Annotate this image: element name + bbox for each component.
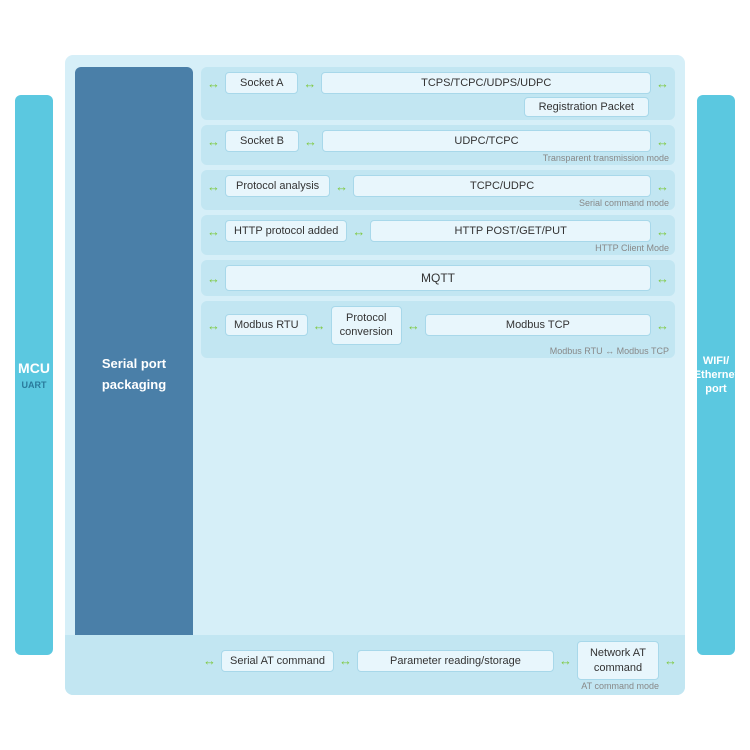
tcpc-udpc-box: TCPC/UDPC	[353, 175, 651, 197]
mqtt-row: ↔ MQTT ↔	[207, 265, 669, 291]
uart-label: UART	[22, 380, 47, 390]
socket-b-row: ↔ Socket B ↔ UDPC/TCPC ↔	[207, 130, 669, 152]
http-row: ↔ HTTP protocol added ↔ HTTP POST/GET/PU…	[207, 220, 669, 242]
socket-b-group: ↔ Socket B ↔ UDPC/TCPC ↔ Transparent tra…	[201, 125, 675, 165]
udpc-tcpc-box: UDPC/TCPC	[322, 130, 651, 152]
protocol-conversion-box: Protocolconversion	[331, 306, 402, 345]
socket-a-right-arrow: ↔	[656, 76, 669, 91]
main-container: Serial portpackaging ↔ Socket A ↔ TCPS/T…	[65, 55, 685, 695]
protocol-analysis-group: ↔ Protocol analysis ↔ TCPC/UDPC ↔ Serial…	[201, 170, 675, 210]
at-command-row: ↔ Serial AT command ↔ Parameter reading/…	[203, 641, 677, 680]
mqtt-group: ↔ MQTT ↔	[201, 260, 675, 296]
right-content: ↔ Socket A ↔ TCPS/TCPC/UDPS/UDPC ↔ Regis…	[201, 67, 675, 683]
wifi-label: WIFI/Ethernetport	[694, 354, 739, 397]
mcu-bar: MCU UART	[15, 95, 53, 655]
at-command-section: ↔ Serial AT command ↔ Parameter reading/…	[65, 635, 685, 695]
http-protocol-box: HTTP protocol added	[225, 220, 347, 242]
http-group: ↔ HTTP protocol added ↔ HTTP POST/GET/PU…	[201, 215, 675, 255]
protocol-analysis-row: ↔ Protocol analysis ↔ TCPC/UDPC ↔	[207, 175, 669, 197]
diagram-wrapper: MCU UART WIFI/Ethernetport Serial portpa…	[15, 25, 735, 725]
param-reading-box: Parameter reading/storage	[357, 650, 554, 672]
socket-b-box: Socket B	[225, 130, 299, 152]
socket-a-box: Socket A	[225, 72, 298, 94]
mcu-label: MCU	[18, 360, 50, 376]
serial-command-mode-label: Serial command mode	[207, 198, 669, 208]
http-post-box: HTTP POST/GET/PUT	[370, 220, 651, 242]
serial-at-command-box: Serial AT command	[221, 650, 334, 672]
transparent-mode-label: Transparent transmission mode	[207, 153, 669, 163]
wifi-bar: WIFI/Ethernetport	[697, 95, 735, 655]
registration-packet-box: Registration Packet	[524, 97, 649, 117]
socket-a-group: ↔ Socket A ↔ TCPS/TCPC/UDPS/UDPC ↔ Regis…	[201, 67, 675, 120]
at-command-mode-label: AT command mode	[73, 681, 677, 691]
modbus-row: ↔ Modbus RTU ↔ Protocolconversion ↔ Modb…	[207, 306, 669, 345]
protocol-analysis-box: Protocol analysis	[225, 175, 330, 197]
modbus-tcp-box: Modbus TCP	[425, 314, 651, 336]
network-at-command-box: Network ATcommand	[577, 641, 659, 680]
serial-port-packaging: Serial portpackaging	[75, 67, 193, 683]
modbus-rtu-box: Modbus RTU	[225, 314, 308, 336]
modbus-mode-label: Modbus RTU ↔ Modbus TCP	[207, 346, 669, 356]
mqtt-box: MQTT	[225, 265, 651, 291]
http-client-mode-label: HTTP Client Mode	[207, 243, 669, 253]
tcps-box: TCPS/TCPC/UDPS/UDPC	[321, 72, 651, 94]
socket-a-row: ↔ Socket A ↔ TCPS/TCPC/UDPS/UDPC ↔	[207, 72, 669, 94]
serial-port-label: Serial portpackaging	[102, 354, 166, 396]
socket-a-left-arrow: ↔	[207, 76, 220, 91]
modbus-group: ↔ Modbus RTU ↔ Protocolconversion ↔ Modb…	[201, 301, 675, 358]
reg-packet-row: Registration Packet	[207, 97, 669, 117]
socket-a-mid-arrow: ↔	[303, 76, 316, 91]
